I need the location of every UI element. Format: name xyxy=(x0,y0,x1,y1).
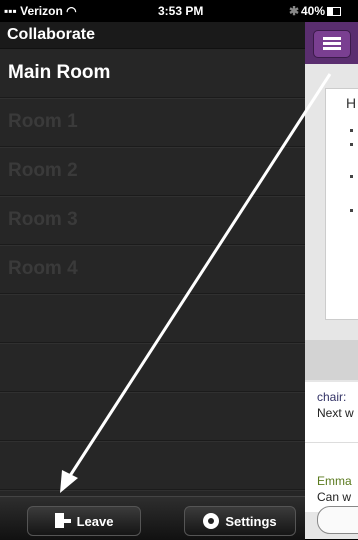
list-item-empty xyxy=(0,392,305,441)
bullet-icon xyxy=(350,129,353,132)
sidebar-title: Collaborate xyxy=(0,22,305,49)
status-bar: ▪▪▪ Verizon ◠ 3:53 PM ✱ 40% xyxy=(0,0,358,22)
hamburger-icon xyxy=(323,42,341,45)
bullet-icon xyxy=(350,209,353,212)
carrier-label: ▪▪▪ Verizon ◠ xyxy=(4,4,77,18)
settings-button-label: Settings xyxy=(225,513,277,529)
room-sidebar: Collaborate Main Room Room 1 Room 2 Room… xyxy=(0,22,305,540)
sidebar-footer: Leave Settings xyxy=(0,496,305,540)
battery-icon xyxy=(327,7,342,17)
chat-author: Emma xyxy=(317,474,352,488)
chat-author: chair: xyxy=(317,390,347,404)
clock-label: 3:53 PM xyxy=(158,4,204,18)
hamburger-icon xyxy=(323,37,341,40)
battery-indicator: 40% xyxy=(301,4,342,18)
hamburger-icon xyxy=(323,47,341,50)
chat-log: chair: Next w Emma Can w xyxy=(305,382,358,512)
room-item-1[interactable]: Room 1 xyxy=(0,98,305,147)
chat-message: Can w xyxy=(317,490,352,504)
chat-input[interactable] xyxy=(317,506,358,534)
room-item-3[interactable]: Room 3 xyxy=(0,196,305,245)
panel-divider xyxy=(305,340,358,380)
gear-icon xyxy=(203,513,220,529)
bullet-icon xyxy=(350,175,353,178)
leave-button-label: Leave xyxy=(76,513,114,529)
list-item-empty xyxy=(0,343,305,392)
room-list: Main Room Room 1 Room 2 Room 3 Room 4 xyxy=(0,49,305,490)
card-heading: H xyxy=(346,95,357,111)
room-item-2[interactable]: Room 2 xyxy=(0,147,305,196)
main-content-panel: H chair: Next w Emma Can w xyxy=(305,22,358,539)
panel-toolbar xyxy=(305,22,358,64)
chat-separator xyxy=(305,442,358,443)
leave-button[interactable]: Leave xyxy=(27,506,141,536)
list-item-empty xyxy=(0,441,305,490)
room-item-4[interactable]: Room 4 xyxy=(0,245,305,294)
menu-button[interactable] xyxy=(313,30,351,58)
settings-button[interactable]: Settings xyxy=(184,506,296,536)
bullet-icon xyxy=(350,143,353,146)
content-card: H xyxy=(325,88,358,320)
chat-message: Next w xyxy=(317,406,354,420)
room-item-main[interactable]: Main Room xyxy=(0,49,305,98)
exit-door-icon xyxy=(54,513,71,529)
list-item-empty xyxy=(0,294,305,343)
bluetooth-icon: ✱ xyxy=(289,4,300,18)
